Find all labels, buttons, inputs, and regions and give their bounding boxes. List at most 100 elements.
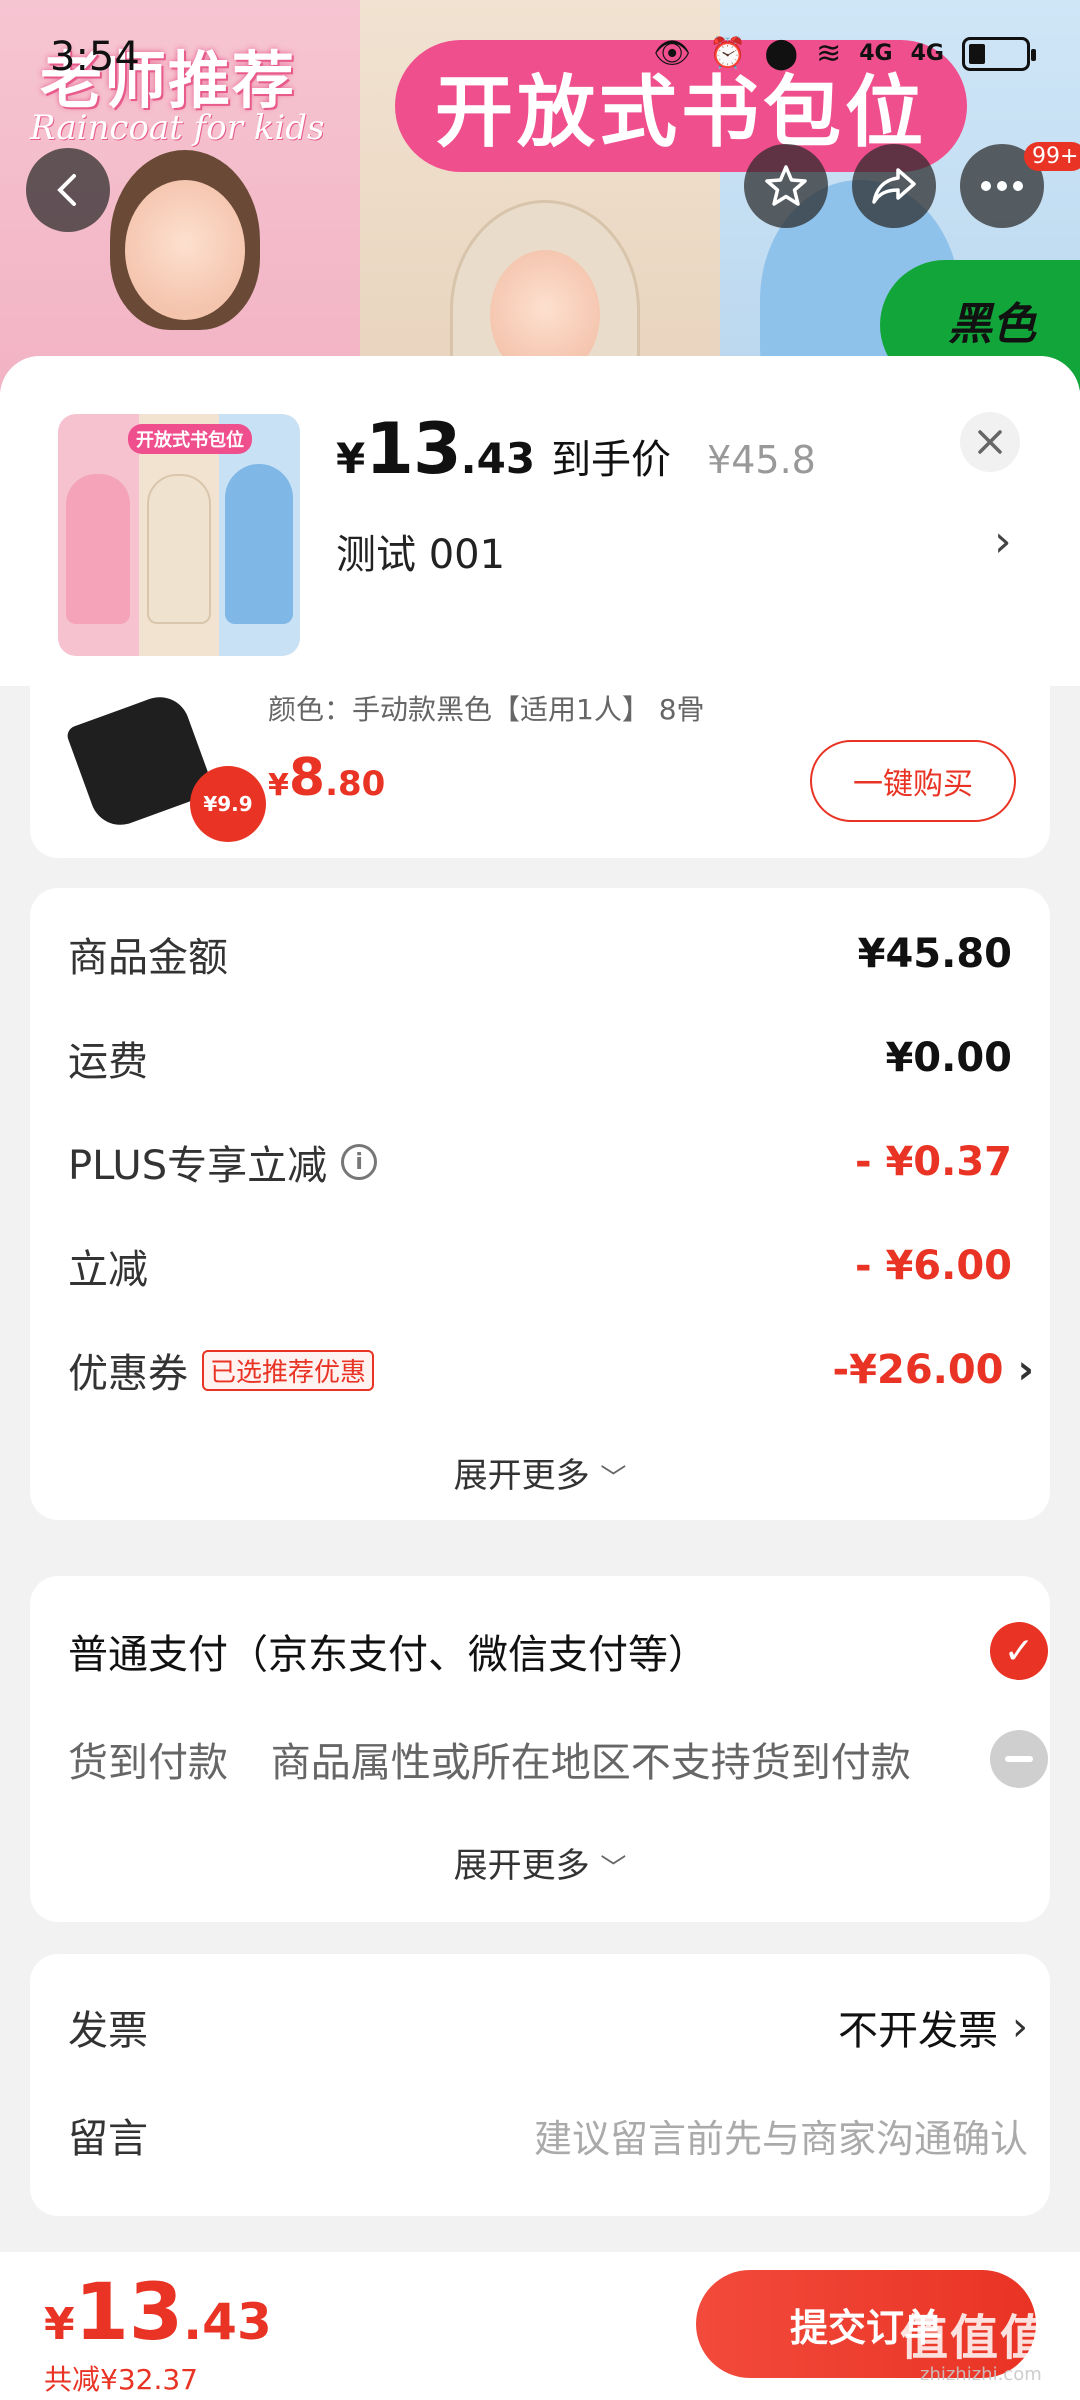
note-label: 留言 [68,2116,148,2162]
info-icon[interactable]: i [341,1144,378,1180]
star-icon [765,165,807,206]
sheet-header: 开放式书包位 ¥ 13 .43 到手价 ¥45.8 测试 001 › [0,356,1080,686]
instant-discount-label: 立减 [68,1247,148,1293]
shipping-value: ¥0.00 [885,1035,1012,1081]
invoice-value: 不开发票 [838,2008,998,2054]
eye-icon: 👁 [653,36,692,71]
order-sheet: ¥9.9 颜色：手动款黑色【适用1人】 8骨 ¥8.80 一键购买 开放式书包位… [0,356,1080,2400]
total-currency: ¥ [44,2299,75,2350]
total-price: ¥13.43 [44,2268,272,2358]
watermark-logo: 值值值 [900,2310,1051,2366]
price-label: 到手价 [551,437,672,483]
invoice-value-wrap: 不开发票 › [838,1998,1028,2056]
status-bar: 3:54 👁 ⏰ ⬤ ≋ 4G 4G [0,0,1080,110]
coupon-label: 优惠券 [68,1351,188,1397]
close-button[interactable] [960,412,1020,472]
product-price: ¥ 13 .43 到手价 ¥45.8 [336,408,816,490]
total-saved: 共减¥32.37 [44,2363,198,2396]
coupon-label-wrap: 优惠券 已选推荐优惠 [68,1341,375,1399]
watermark-url: zhizhizhi.com [920,2364,1042,2385]
cod-label-wrap: 货到付款 商品属性或所在地区不支持货到付款 [68,1730,911,1788]
upsell-price-int: 8 [288,748,326,808]
price-currency: ¥ [336,434,366,483]
note-input[interactable]: 建议留言前先与商家沟通确认 [534,2108,1028,2163]
chevron-down-icon: ﹀ [600,1464,627,1494]
instant-discount-value: - ¥6.00 [854,1243,1012,1289]
upsell-image: ¥9.9 [64,686,266,842]
location-icon: ⬤ [764,36,799,71]
price-decimal: .43 [460,434,536,483]
price-integer: 13 [365,408,461,490]
coupon-row[interactable]: 优惠券 已选推荐优惠 -¥26.00 › [68,1340,1034,1400]
girl-face [125,180,245,320]
note-row[interactable]: 留言 建议留言前先与商家沟通确认 [68,2106,1028,2164]
status-icons: 👁 ⏰ ⬤ ≋ 4G 4G [653,36,1036,71]
original-price: ¥45.8 [707,438,816,482]
coupon-value-wrap: -¥26.00 › [833,1347,1034,1393]
payment-card: 普通支付（京东支付、微信支付等） ✓ 货到付款 商品属性或所在地区不支持货到付款… [30,1576,1050,1922]
upsell-price-currency: ¥ [268,768,289,803]
thumb-label: 开放式书包位 [128,424,252,454]
battery-icon [962,36,1036,71]
close-icon [978,430,1002,454]
goods-amount-value: ¥45.80 [857,931,1012,977]
total-integer: 13 [74,2268,184,2358]
total-decimal: .43 [183,2293,272,2351]
one-click-buy-button[interactable]: 一键购买 [810,740,1016,822]
plus-discount-label-wrap: PLUS专享立减 i [68,1133,378,1191]
cost-summary-card: 商品金额 ¥45.80 运费 ¥0.00 PLUS专享立减 i - ¥0.37 … [30,888,1050,1520]
thumb-panel-pink [58,414,139,656]
checkmark-icon[interactable]: ✓ [990,1622,1048,1680]
normal-payment-option[interactable]: 普通支付（京东支付、微信支付等） ✓ [68,1622,1048,1680]
share-button[interactable] [852,144,936,228]
share-icon [872,168,916,204]
more-dots-icon [981,181,1023,191]
plus-discount-label: PLUS专享立减 [68,1143,328,1189]
signal-icon: 4G [859,41,893,66]
sale-tag: ¥9.9 [190,766,266,842]
cod-note: 商品属性或所在地区不支持货到付款 [270,1740,911,1786]
back-arrow-icon [57,174,76,206]
coupon-tag: 已选推荐优惠 [202,1349,375,1391]
coupon-value: -¥26.00 [832,1347,1004,1393]
goods-amount-row: 商品金额 ¥45.80 [68,924,1012,984]
blue-coat [225,464,294,624]
chevron-right-icon: › [1017,1347,1034,1393]
upsell-color-desc: 颜色：手动款黑色【适用1人】 8骨 [268,693,705,726]
instant-discount-row: 立减 - ¥6.00 [68,1236,1012,1296]
chevron-right-icon: › [1012,2004,1028,2050]
signal-icon-2: 4G [910,41,944,66]
upsell-price-dec: .80 [325,764,386,804]
spec-selector[interactable]: 测试 001 [336,522,505,580]
color-tag-label: 黑色 [948,299,1036,350]
expand-more-payment-button[interactable]: 展开更多 ﹀ [30,1838,1050,1887]
cod-label: 货到付款 [68,1740,228,1786]
back-button[interactable] [26,148,110,232]
plus-discount-value: - ¥0.37 [854,1139,1012,1185]
upsell-price: ¥8.80 [268,748,385,808]
beige-coat [146,474,211,624]
normal-payment-label: 普通支付（京东支付、微信支付等） [68,1632,708,1678]
invoice-row[interactable]: 发票 不开发票 › [68,1998,1028,2056]
cod-payment-option: 货到付款 商品属性或所在地区不支持货到付款 [68,1730,1048,1788]
chevron-right-icon[interactable]: › [994,516,1012,567]
chevron-down-icon: ﹀ [600,1854,627,1884]
expand-more-label: 展开更多 [453,1456,590,1496]
invoice-label: 发票 [68,2008,148,2054]
product-thumbnail: 开放式书包位 [58,414,300,656]
invoice-card: 发票 不开发票 › 留言 建议留言前先与商家沟通确认 [30,1954,1050,2216]
alarm-icon: ⏰ [709,36,747,71]
banner-subtitle: Raincoat for kids [30,108,325,148]
plus-discount-row: PLUS专享立减 i - ¥0.37 [68,1132,1012,1192]
expand-more-button[interactable]: 展开更多 ﹀ [30,1448,1050,1497]
expand-more-payment-label: 展开更多 [453,1846,590,1886]
message-badge: 99+ [1024,142,1080,171]
disabled-radio-icon [990,1730,1048,1788]
wifi-icon: ≋ [816,36,842,71]
pink-coat [66,474,130,624]
status-time: 3:54 [50,34,140,80]
goods-amount-label: 商品金额 [68,935,228,981]
shipping-label: 运费 [68,1039,148,1085]
shipping-row: 运费 ¥0.00 [68,1028,1012,1088]
favorite-button[interactable] [744,144,828,228]
